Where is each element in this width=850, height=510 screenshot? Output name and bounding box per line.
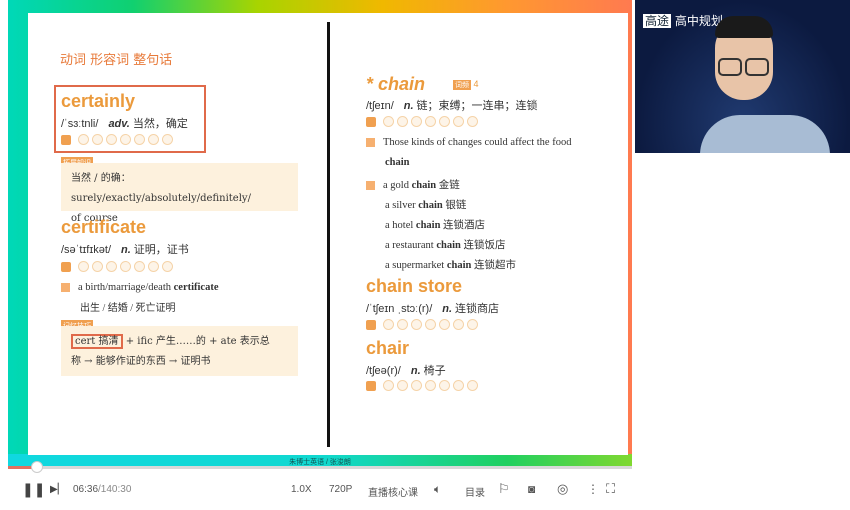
next-icon[interactable]: ▶▏ xyxy=(50,484,65,495)
more-icon[interactable]: ⋮ xyxy=(587,482,599,496)
phrase: a gold chain 金链 xyxy=(366,177,460,192)
headword: certainly xyxy=(61,91,136,111)
note-icon xyxy=(61,261,71,272)
phonetic-line: /tʃeɪn/n. 链；束缚；一连串；连锁 xyxy=(366,99,538,112)
glasses-icon xyxy=(718,58,742,76)
headword: chain store xyxy=(366,276,463,296)
example-end: chain xyxy=(385,157,410,168)
toc-button[interactable]: 目录 xyxy=(465,484,485,499)
phonetic-line: /səˈtɪfɪkət/n. 证明，证书 xyxy=(61,243,189,256)
progress-circles[interactable] xyxy=(366,380,478,391)
progress-circles[interactable] xyxy=(61,261,173,272)
progress-bar[interactable] xyxy=(8,461,632,473)
phonetic-line: /ˈtʃeɪn ˌstɔː(r)/n. 连锁商店 xyxy=(366,302,500,315)
phrase: a supermarket chain 连锁超市 xyxy=(385,260,516,271)
speed-button[interactable]: 1.0X xyxy=(291,484,312,495)
phrase: a silver chain 银链 xyxy=(385,200,467,211)
note-icon xyxy=(61,134,71,145)
memory-box: cert 搞清 + ific 产生……的 + ate 表示总称 → 能够作证的东… xyxy=(61,326,298,376)
screenshot-icon[interactable]: ◙ xyxy=(528,482,535,496)
teacher-hair xyxy=(715,16,773,38)
slide: 动词 形容词 整句话 certainly /ˈsɜːtnli/adv. 当然，确定… xyxy=(28,13,628,455)
phrase: a birth/marriage/death certificate xyxy=(61,282,219,293)
progress-circles[interactable] xyxy=(61,134,173,145)
note-icon xyxy=(366,319,376,330)
headword: certificate xyxy=(61,217,147,237)
flag-icon[interactable]: ⚐ xyxy=(498,481,510,497)
phrase-icon xyxy=(61,283,70,293)
teacher-shirt xyxy=(700,115,830,153)
progress-circles[interactable] xyxy=(366,319,478,330)
note-icon xyxy=(366,380,376,391)
fullscreen-icon[interactable]: ⛶ xyxy=(606,481,615,497)
view-icon[interactable]: ◎ xyxy=(557,481,568,497)
pause-icon[interactable]: ❚❚ xyxy=(22,481,45,498)
player-controls: ❚❚ ▶▏ 06:36/140:30 1.0X 720P 直播核心课 🔈︎ 目录… xyxy=(0,470,632,510)
progress-circles[interactable] xyxy=(366,116,478,127)
glasses-lens xyxy=(745,58,769,76)
phrase-icon xyxy=(366,181,375,191)
example-icon xyxy=(366,138,375,148)
example: Those kinds of changes could affect the … xyxy=(366,137,571,148)
divider xyxy=(327,22,330,447)
camera-logo: 高途 高中规划 xyxy=(643,14,723,28)
volume-icon[interactable]: 🔈︎ xyxy=(434,482,441,497)
slide-heading: 动词 形容词 整句话 xyxy=(60,53,173,68)
teacher-camera: 高途 高中规划 xyxy=(635,0,850,153)
course-button[interactable]: 直播核心课 xyxy=(368,484,418,499)
phonetic-line: /tʃeə(r)/n. 椅子 xyxy=(366,364,446,377)
headword: chair xyxy=(366,338,410,358)
freq-badge: 词频 4 xyxy=(453,79,479,90)
quality-button[interactable]: 720P xyxy=(329,484,352,495)
headword: * chain xyxy=(366,74,426,94)
phonetic-line: /ˈsɜːtnli/adv. 当然，确定 xyxy=(61,117,188,130)
phrase: a hotel chain 连锁酒店 xyxy=(385,220,486,231)
ext-box: 当然 / 的确：surely/exactly/absolutely/defini… xyxy=(61,163,298,224)
note-icon xyxy=(366,116,376,127)
phrase: a restaurant chain 连锁饭店 xyxy=(385,240,506,251)
slide-frame: 朱博士英语 / 张浚朗 动词 形容词 整句话 certainly /ˈsɜːtn… xyxy=(8,0,632,468)
time-display: 06:36/140:30 xyxy=(73,484,132,495)
phrase-cn: 出生 / 结婚 / 死亡证明 xyxy=(80,303,176,314)
